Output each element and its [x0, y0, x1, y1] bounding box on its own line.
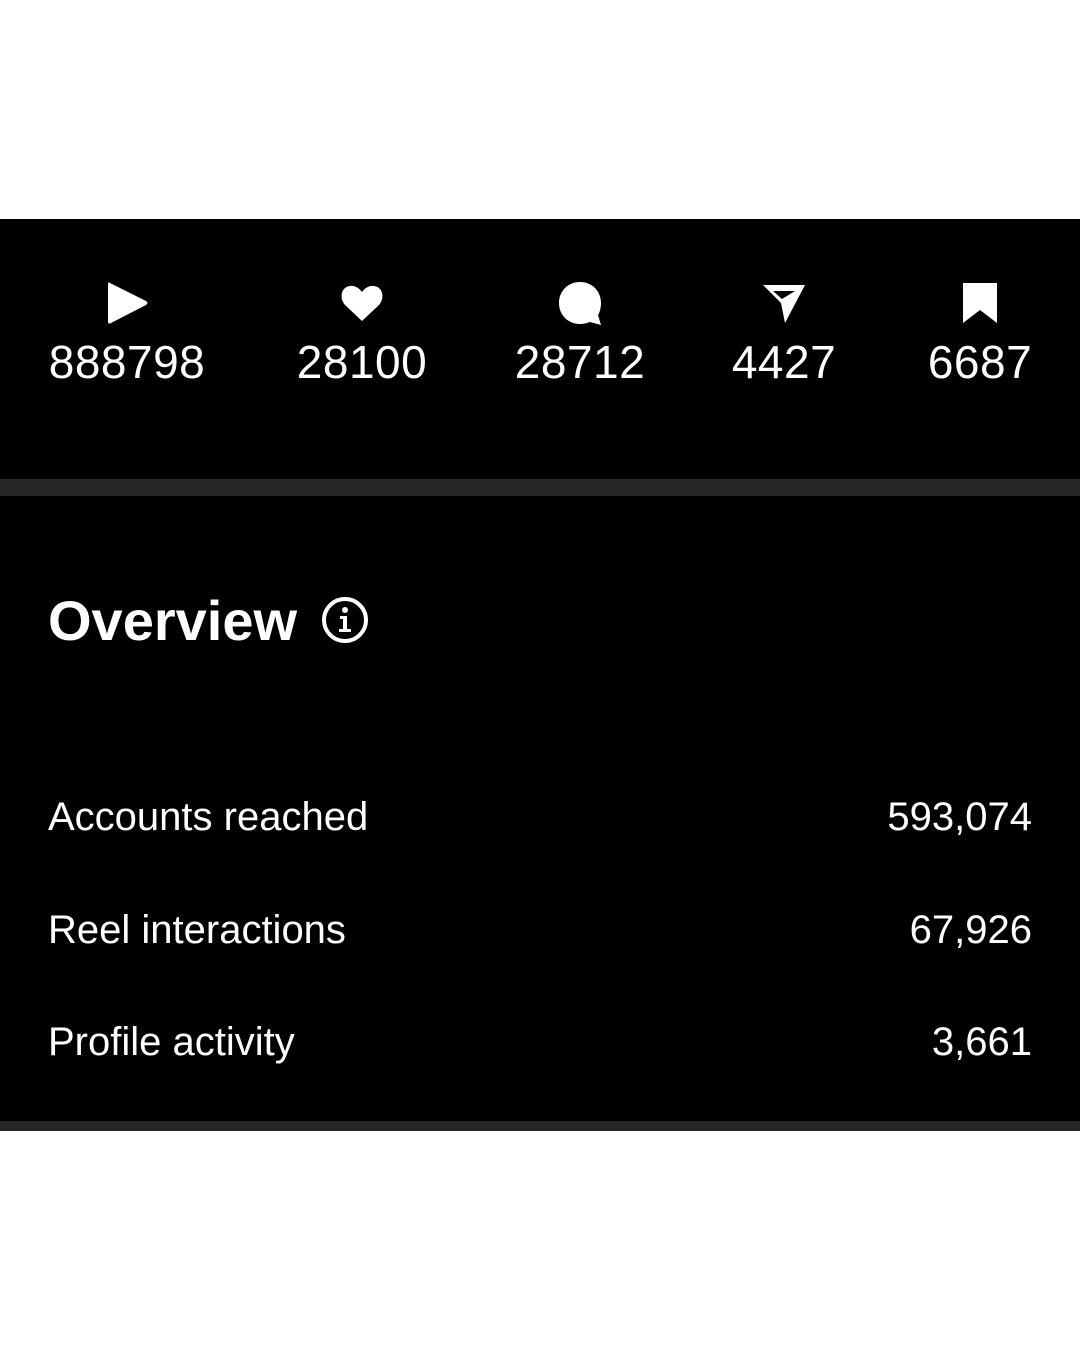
- stat-shares: 4427: [674, 279, 894, 387]
- info-icon[interactable]: [321, 596, 369, 644]
- metric-value: 3,661: [931, 1019, 1032, 1064]
- shares-count: 4427: [731, 336, 837, 388]
- metric-label: Profile activity: [48, 1019, 295, 1064]
- plays-count: 888798: [48, 336, 206, 388]
- heart-icon: [341, 285, 383, 321]
- metric-label: Reel interactions: [48, 907, 346, 952]
- metric-profile-activity[interactable]: Profile activity 3,661: [48, 1012, 1032, 1072]
- stat-saves: 6687: [870, 279, 1080, 387]
- reel-insights-panel: 888798 28100 28712 4427 6687 Overview Ac…: [0, 219, 1080, 1131]
- comments-count: 28712: [514, 336, 646, 388]
- metric-reel-interactions[interactable]: Reel interactions 67,926: [48, 900, 1032, 960]
- comment-icon: [559, 282, 601, 325]
- metric-accounts-reached[interactable]: Accounts reached 593,074: [48, 787, 1032, 847]
- saves-count: 6687: [927, 336, 1033, 388]
- stat-comments: 28712: [470, 279, 690, 387]
- stat-plays: 888798: [17, 279, 237, 387]
- section-divider: [0, 479, 1080, 496]
- play-icon: [108, 282, 148, 324]
- share-icon: [763, 285, 805, 323]
- overview-title: Overview: [48, 588, 298, 652]
- metric-value: 593,074: [887, 794, 1032, 839]
- bottom-divider: [0, 1121, 1080, 1131]
- metric-value: 67,926: [909, 907, 1032, 952]
- engagement-stats: 888798 28100 28712 4427 6687: [0, 219, 1080, 479]
- overview-header: Overview: [48, 585, 369, 655]
- likes-count: 28100: [296, 336, 428, 388]
- metric-label: Accounts reached: [48, 794, 369, 839]
- stat-likes: 28100: [252, 279, 472, 387]
- bookmark-icon: [963, 283, 997, 323]
